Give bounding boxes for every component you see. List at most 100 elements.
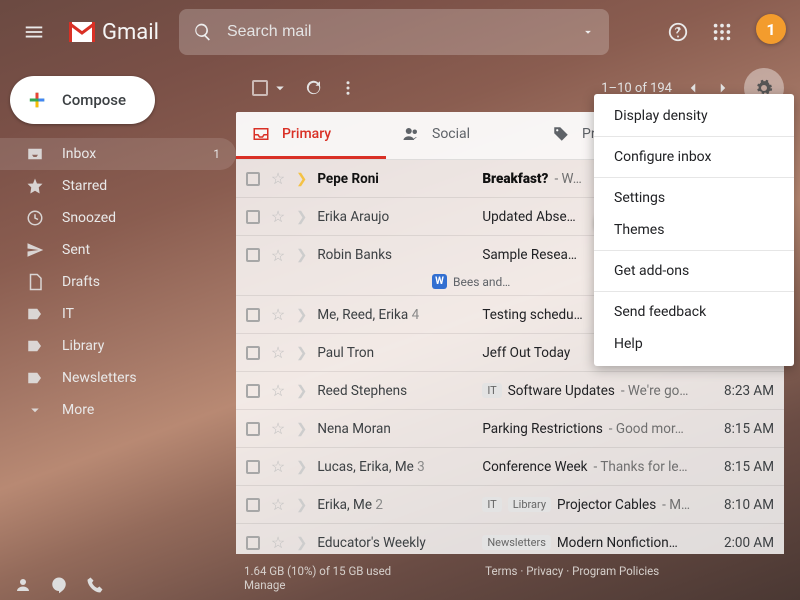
subject: NewslettersModern Nonfiction… bbox=[482, 535, 700, 551]
row-checkbox[interactable] bbox=[246, 248, 260, 262]
tag-icon bbox=[552, 125, 570, 143]
menu-themes[interactable]: Themes bbox=[594, 214, 794, 246]
subject: ITSoftware Updates - We're go… bbox=[482, 383, 700, 399]
time: 8:23 AM bbox=[710, 383, 774, 399]
row-checkbox[interactable] bbox=[246, 460, 260, 474]
sidebar-item-starred[interactable]: Starred bbox=[0, 170, 236, 202]
sidebar-item-library[interactable]: Library bbox=[0, 330, 236, 362]
star-toggle[interactable]: ☆ bbox=[270, 495, 286, 514]
search-dropdown-icon[interactable] bbox=[581, 25, 595, 39]
menu-display-density[interactable]: Display density bbox=[594, 100, 794, 132]
refresh-button[interactable] bbox=[305, 79, 323, 97]
mail-row[interactable]: ☆❯Erika, Me 2ITLibraryProjector Cables -… bbox=[236, 486, 784, 524]
people-icon bbox=[402, 125, 420, 143]
row-checkbox[interactable] bbox=[246, 536, 260, 550]
star-icon bbox=[26, 177, 44, 195]
importance-icon[interactable]: ❯ bbox=[296, 383, 307, 399]
privacy-link[interactable]: Privacy bbox=[526, 564, 563, 578]
compose-button[interactable]: Compose bbox=[10, 76, 155, 124]
phone-icon[interactable] bbox=[86, 576, 104, 594]
sidebar-item-drafts[interactable]: Drafts bbox=[0, 266, 236, 298]
subject: Conference Week - Thanks for le… bbox=[482, 459, 700, 475]
star-toggle[interactable]: ☆ bbox=[270, 207, 286, 226]
menu-get-addons[interactable]: Get add-ons bbox=[594, 255, 794, 287]
menu-send-feedback[interactable]: Send feedback bbox=[594, 296, 794, 328]
row-checkbox[interactable] bbox=[246, 346, 260, 360]
sidebar: Compose Inbox 1 Starred Snoozed Sent Dra… bbox=[0, 64, 236, 426]
apps-button[interactable] bbox=[702, 12, 742, 52]
menu-settings[interactable]: Settings bbox=[594, 182, 794, 214]
mail-row[interactable]: ☆❯Lucas, Erika, Me 3Conference Week - Th… bbox=[236, 448, 784, 486]
person-icon[interactable] bbox=[14, 576, 32, 594]
sidebar-item-more[interactable]: More bbox=[0, 394, 236, 426]
more-button[interactable] bbox=[339, 79, 357, 97]
sidebar-item-label: Drafts bbox=[62, 274, 100, 290]
tab-social[interactable]: Social bbox=[386, 112, 536, 159]
importance-icon[interactable]: ❯ bbox=[296, 535, 307, 551]
importance-icon[interactable]: ❯ bbox=[296, 307, 307, 323]
search-box[interactable] bbox=[179, 9, 609, 55]
sidebar-item-label: Sent bbox=[62, 242, 90, 258]
sidebar-item-label: More bbox=[62, 402, 94, 418]
star-toggle[interactable]: ☆ bbox=[270, 533, 286, 552]
sidebar-item-snoozed[interactable]: Snoozed bbox=[0, 202, 236, 234]
star-toggle[interactable]: ☆ bbox=[270, 381, 286, 400]
sender: Robin Banks bbox=[317, 247, 472, 263]
sidebar-item-it[interactable]: IT bbox=[0, 298, 236, 330]
row-checkbox[interactable] bbox=[246, 498, 260, 512]
sender: Me, Reed, Erika 4 bbox=[317, 307, 472, 323]
settings-menu: Display density Configure inbox Settings… bbox=[594, 94, 794, 366]
word-doc-icon: W bbox=[432, 274, 447, 289]
time: 8:15 AM bbox=[710, 421, 774, 437]
menu-help[interactable]: Help bbox=[594, 328, 794, 360]
importance-icon[interactable]: ❯ bbox=[296, 421, 307, 437]
support-button[interactable] bbox=[658, 12, 698, 52]
importance-icon[interactable]: ❯ bbox=[296, 497, 307, 513]
mail-row[interactable]: ☆❯Educator's WeeklyNewslettersModern Non… bbox=[236, 524, 784, 554]
manage-link[interactable]: Manage bbox=[244, 578, 285, 592]
importance-icon[interactable]: ❯ bbox=[296, 209, 307, 225]
menu-configure-inbox[interactable]: Configure inbox bbox=[594, 141, 794, 173]
policies-link[interactable]: Program Policies bbox=[572, 564, 659, 578]
row-checkbox[interactable] bbox=[246, 422, 260, 436]
sidebar-item-inbox[interactable]: Inbox 1 bbox=[0, 138, 236, 170]
select-all[interactable] bbox=[252, 79, 289, 97]
importance-icon[interactable]: ❯ bbox=[296, 247, 307, 263]
mail-row[interactable]: ☆❯Nena MoranParking Restrictions - Good … bbox=[236, 410, 784, 448]
inbox-icon bbox=[26, 145, 44, 163]
main-menu-button[interactable] bbox=[14, 12, 54, 52]
sidebar-item-label: Library bbox=[62, 338, 104, 354]
category-chip: Library bbox=[508, 497, 551, 512]
importance-icon[interactable]: ❯ bbox=[296, 171, 307, 187]
sidebar-item-label: Newsletters bbox=[62, 370, 137, 386]
gmail-logo-icon bbox=[68, 22, 96, 42]
inbox-icon bbox=[252, 125, 270, 143]
star-toggle[interactable]: ☆ bbox=[270, 419, 286, 438]
tab-primary[interactable]: Primary bbox=[236, 112, 386, 159]
category-chip: IT bbox=[482, 497, 501, 512]
row-checkbox[interactable] bbox=[246, 308, 260, 322]
sidebar-item-label: Starred bbox=[62, 178, 107, 194]
terms-link[interactable]: Terms bbox=[485, 564, 517, 578]
sidebar-item-newsletters[interactable]: Newsletters bbox=[0, 362, 236, 394]
search-input[interactable] bbox=[225, 22, 569, 42]
star-toggle[interactable]: ☆ bbox=[270, 169, 286, 188]
row-checkbox[interactable] bbox=[246, 384, 260, 398]
sidebar-item-sent[interactable]: Sent bbox=[0, 234, 236, 266]
star-toggle[interactable]: ☆ bbox=[270, 305, 286, 324]
attachment-name: Bees and… bbox=[453, 275, 510, 289]
sidebar-item-label: IT bbox=[62, 306, 74, 322]
row-checkbox[interactable] bbox=[246, 172, 260, 186]
star-toggle[interactable]: ☆ bbox=[270, 246, 286, 265]
mail-row[interactable]: ☆❯Reed StephensITSoftware Updates - We'r… bbox=[236, 372, 784, 410]
hangouts-icon[interactable] bbox=[50, 576, 68, 594]
importance-icon[interactable]: ❯ bbox=[296, 345, 307, 361]
callout-1: 1 bbox=[756, 14, 786, 44]
sidebar-item-label: Snoozed bbox=[62, 210, 116, 226]
importance-icon[interactable]: ❯ bbox=[296, 459, 307, 475]
row-checkbox[interactable] bbox=[246, 210, 260, 224]
star-toggle[interactable]: ☆ bbox=[270, 343, 286, 362]
label-icon bbox=[26, 369, 44, 387]
star-toggle[interactable]: ☆ bbox=[270, 457, 286, 476]
plus-icon bbox=[24, 87, 50, 113]
